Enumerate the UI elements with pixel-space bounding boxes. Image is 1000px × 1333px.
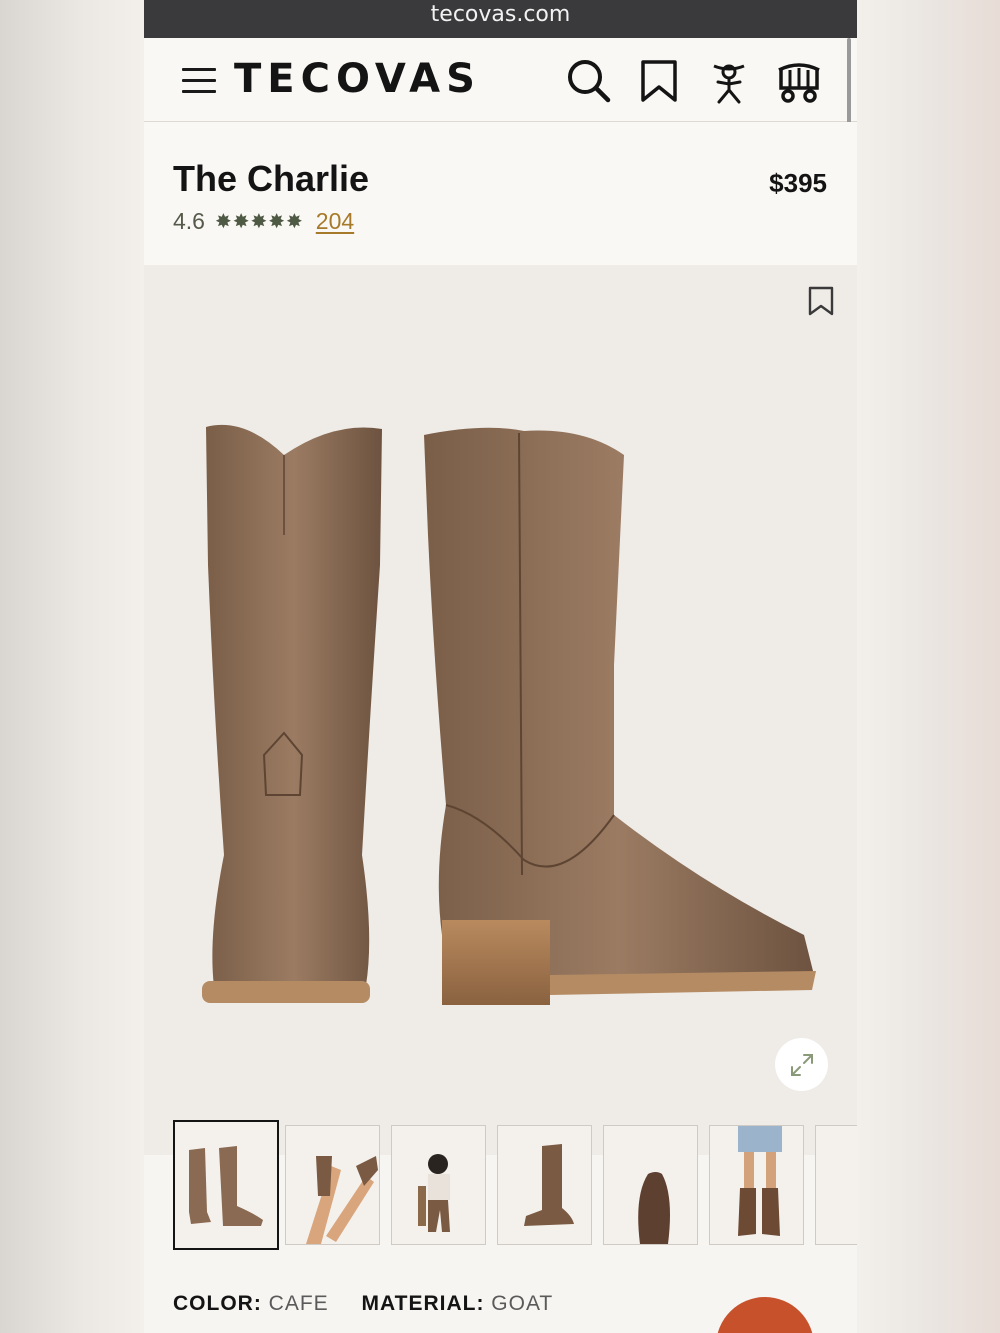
thumbnail-strip — [144, 1120, 857, 1260]
account-cowboy-icon[interactable] — [704, 56, 754, 106]
material-label: MATERIAL: — [361, 1292, 485, 1315]
thumbnail-single-boot-side[interactable] — [497, 1125, 592, 1245]
thumbnail-legs-denim-shorts[interactable] — [709, 1125, 804, 1245]
thumbnail-single-boot-side-image — [524, 1144, 574, 1226]
material-value: GOAT — [491, 1292, 554, 1315]
thumbnail-partial[interactable] — [815, 1125, 857, 1245]
thumbnail-boots-pair-image — [189, 1146, 263, 1226]
expand-image-button[interactable] — [775, 1038, 828, 1091]
phone-viewport: tecovas.com TECOVAS The Charlie $395 4.6… — [144, 0, 857, 1333]
thumbnail-legs-denim-shorts-image — [738, 1126, 782, 1236]
product-image-gallery[interactable] — [144, 265, 857, 1155]
review-count-link[interactable]: 204 — [316, 208, 354, 235]
thumbnail-model-seated-image — [418, 1154, 450, 1232]
save-bookmark-icon[interactable] — [807, 285, 835, 317]
thumbnail-legs-kicking-image — [306, 1156, 378, 1244]
expand-arrows-icon — [790, 1053, 813, 1076]
bookmark-icon[interactable] — [634, 56, 684, 106]
color-label: COLOR: — [173, 1292, 262, 1315]
product-title: The Charlie — [173, 158, 370, 199]
chat-button[interactable] — [716, 1297, 814, 1333]
rating-stars-icon: ✸✸✸✸✸ — [214, 211, 304, 233]
url-bar[interactable]: tecovas.com — [144, 0, 857, 38]
thumbnail-boot-sole-image — [638, 1172, 670, 1244]
thumbnail-boots-pair[interactable] — [173, 1120, 279, 1250]
thumbnail-legs-kicking[interactable] — [285, 1125, 380, 1245]
rating-value: 4.6 — [173, 208, 205, 234]
thumbnail-boot-sole[interactable] — [603, 1125, 698, 1245]
product-main-image — [202, 424, 816, 1005]
search-icon[interactable] — [564, 56, 614, 106]
hamburger-menu-icon[interactable] — [182, 68, 216, 94]
rating-row: 4.6 ✸✸✸✸✸ 204 — [173, 208, 354, 235]
brand-logo[interactable]: TECOVAS — [234, 56, 481, 102]
url-text: tecovas.com — [430, 2, 571, 27]
product-price: $395 — [769, 168, 827, 198]
product-header: The Charlie $395 4.6 ✸✸✸✸✸ 204 — [144, 122, 857, 265]
product-attributes: COLOR: CAFE MATERIAL: GOAT — [173, 1292, 579, 1316]
cart-wagon-icon[interactable] — [774, 56, 824, 106]
thumbnail-model-seated[interactable] — [391, 1125, 486, 1245]
color-value: CAFE — [268, 1292, 329, 1315]
site-header: TECOVAS — [144, 38, 857, 122]
